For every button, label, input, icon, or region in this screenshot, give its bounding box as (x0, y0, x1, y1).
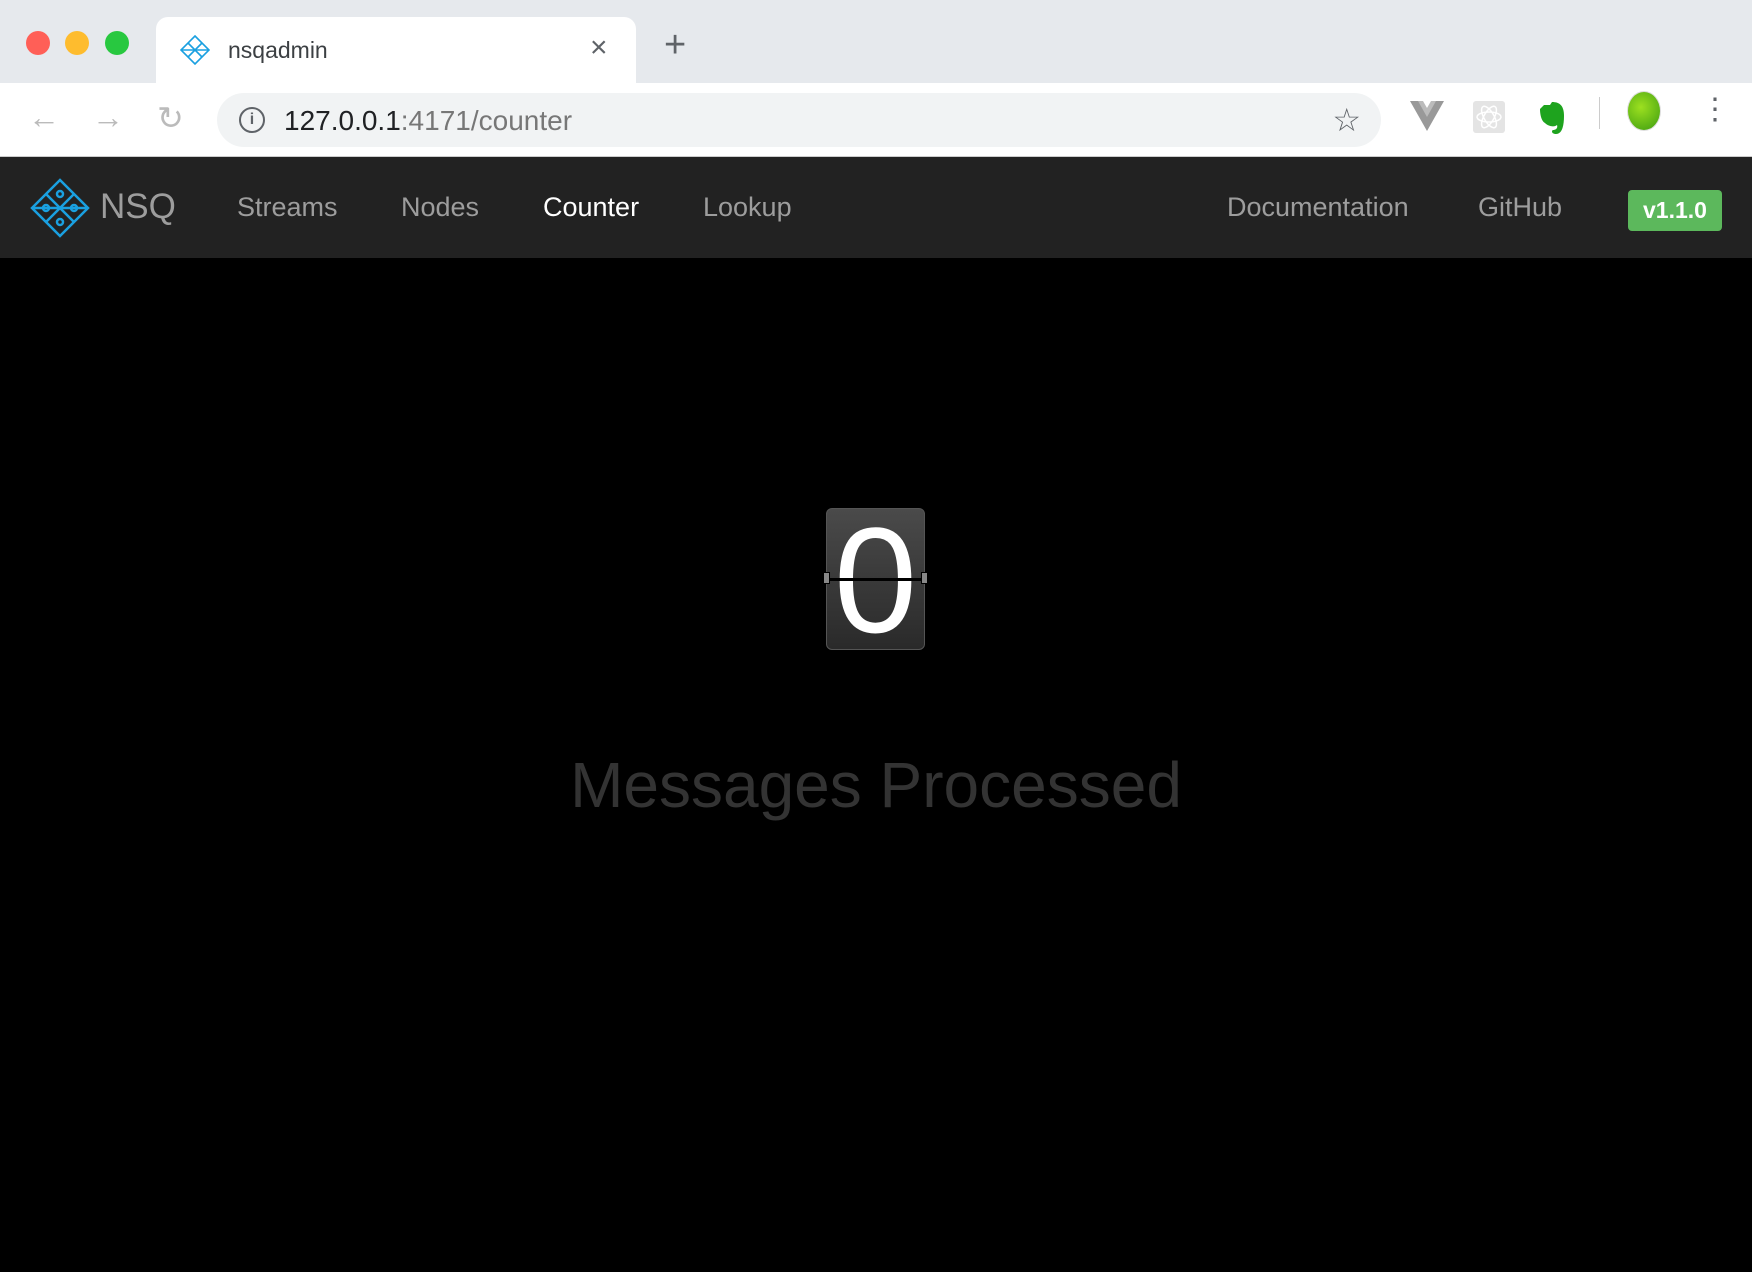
evernote-icon[interactable] (1538, 101, 1568, 135)
browser-menu-icon[interactable]: ⋮ (1700, 95, 1730, 125)
nav-streams[interactable]: Streams (237, 192, 338, 223)
url-host: 127.0.0.1 (284, 105, 401, 136)
bookmark-star-icon[interactable]: ☆ (1332, 101, 1361, 139)
new-tab-button[interactable]: + (664, 26, 686, 64)
back-arrow-icon[interactable]: ← (28, 99, 60, 136)
nav-counter[interactable]: Counter (543, 192, 639, 223)
close-tab-icon[interactable]: × (590, 31, 608, 65)
browser-tab[interactable]: nsqadmin × (156, 17, 636, 83)
url-path: :4171/counter (400, 105, 573, 136)
nsq-logo-icon[interactable] (30, 178, 90, 238)
react-devtools-icon[interactable] (1473, 101, 1505, 133)
nav-nodes[interactable]: Nodes (401, 192, 479, 223)
version-badge: v1.1.0 (1628, 190, 1722, 231)
browser-toolbar: ← → ↻ i 127.0.0.1:4171/counter ☆ ⋮ (0, 83, 1752, 157)
counter-caption: Messages Processed (570, 749, 1182, 821)
profile-avatar[interactable] (1627, 91, 1661, 131)
nav-github[interactable]: GitHub (1478, 192, 1562, 223)
flip-hinge-right (921, 572, 928, 584)
maximize-window-button[interactable] (105, 31, 129, 55)
address-bar[interactable]: i 127.0.0.1:4171/counter ☆ (217, 93, 1381, 147)
info-icon[interactable]: i (239, 107, 265, 133)
close-window-button[interactable] (26, 31, 50, 55)
nav-lookup[interactable]: Lookup (703, 192, 792, 223)
reload-icon[interactable]: ↻ (157, 99, 184, 137)
toolbar-separator (1599, 97, 1600, 129)
minimize-window-button[interactable] (65, 31, 89, 55)
counter-digit: 0 (823, 505, 928, 655)
flip-hinge-left (823, 572, 830, 584)
tab-title: nsqadmin (228, 37, 328, 63)
brand-name[interactable]: NSQ (100, 187, 176, 227)
vue-devtools-icon[interactable] (1410, 101, 1444, 133)
forward-arrow-icon[interactable]: → (92, 99, 124, 136)
flip-divider (827, 578, 924, 581)
nav-documentation[interactable]: Documentation (1227, 192, 1409, 223)
nsq-favicon-icon (180, 35, 210, 65)
nsq-navbar: NSQ Streams Nodes Counter Lookup Documen… (0, 157, 1752, 258)
browser-tab-bar: nsqadmin × + (0, 0, 1752, 83)
url-text: 127.0.0.1:4171/counter (284, 105, 572, 137)
